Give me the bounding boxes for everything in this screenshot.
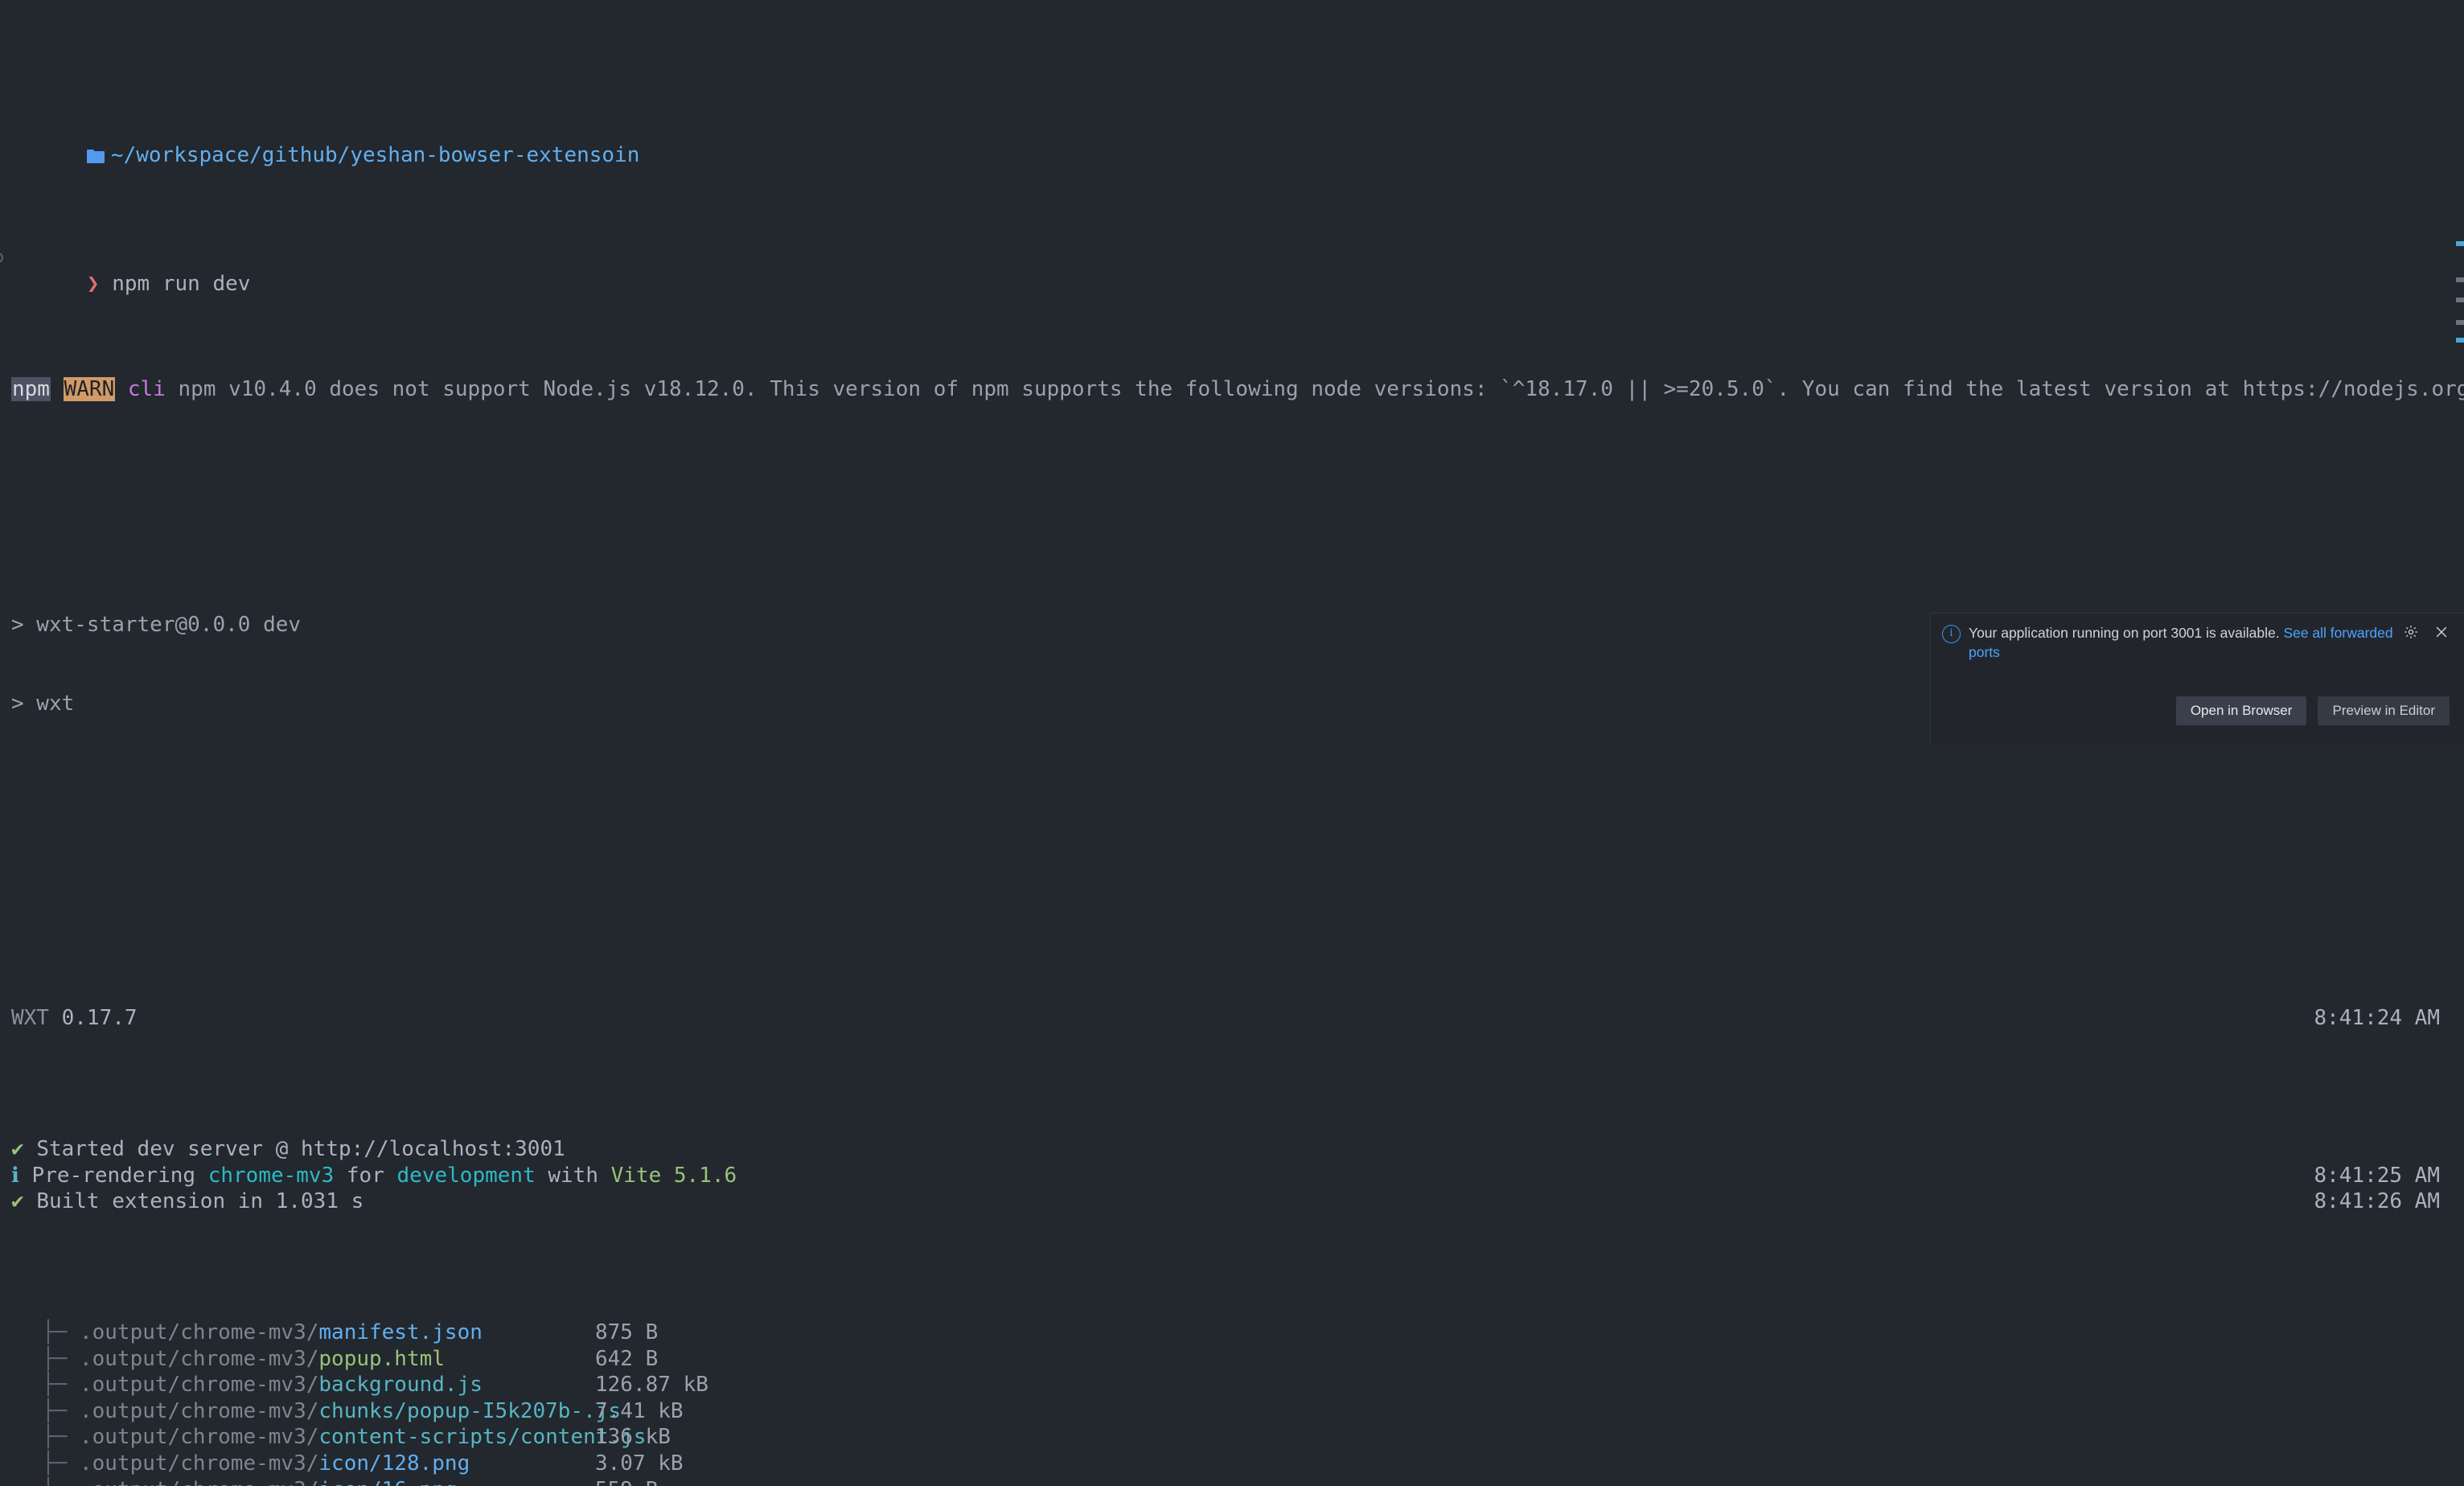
tree-branch-glyph: ├─ bbox=[42, 1346, 80, 1371]
timestamp: 8:41:26 AM bbox=[2314, 1189, 2440, 1214]
timestamp: 8:41:25 AM bbox=[2314, 1163, 2440, 1188]
file-size: 642 B bbox=[595, 1346, 659, 1371]
command-text: npm run dev bbox=[112, 272, 251, 297]
wxt-entry-text: with bbox=[535, 1163, 611, 1188]
file-list-row: ├─ .output/chrome-mv3/popup.html 642 B bbox=[0, 1346, 2464, 1373]
notification-header: i Your application running on port 3001 … bbox=[1942, 623, 2450, 662]
file-list-row: ├─ .output/chrome-mv3/chunks/popup-I5k20… bbox=[0, 1398, 2464, 1425]
prompt-symbol: ❯ bbox=[86, 272, 100, 297]
file-dir: .output/chrome-mv3/ bbox=[79, 1373, 319, 1398]
file-size: 559 B bbox=[595, 1477, 658, 1486]
info-icon: ℹ bbox=[11, 1163, 19, 1188]
info-circle-icon: i bbox=[1942, 625, 1961, 643]
port-forward-notification[interactable]: i Your application running on port 3001 … bbox=[1930, 613, 2464, 743]
file-name: chunks/popup-I5k207b-.js bbox=[318, 1398, 622, 1423]
wxt-entry-text: for bbox=[334, 1163, 397, 1188]
file-name: icon/128.png bbox=[318, 1451, 470, 1476]
npm-warn-scope: cli bbox=[127, 376, 166, 401]
terminal-window[interactable]: ~/workspace/github/yeshan-bowser-extenso… bbox=[0, 0, 2464, 1486]
file-dir: .output/chrome-mv3/ bbox=[79, 1398, 319, 1423]
folder-icon bbox=[86, 149, 105, 163]
terminal-blank-2 bbox=[0, 795, 2464, 822]
notification-buttons: Open in Browser Preview in Editor bbox=[2175, 696, 2450, 725]
file-list-row: ├─ .output/chrome-mv3/manifest.json 875 B bbox=[0, 1320, 2464, 1346]
script-line-text: > wxt-starter@0.0.0 dev bbox=[11, 613, 302, 638]
file-size: 136 kB bbox=[595, 1425, 671, 1450]
terminal-line-cwd: ~/workspace/github/yeshan-bowser-extenso… bbox=[0, 105, 2464, 167]
cwd-path: ~/workspace/github/yeshan-bowser-extenso… bbox=[110, 142, 640, 167]
gear-icon[interactable] bbox=[2403, 624, 2419, 640]
file-name: manifest.json bbox=[318, 1320, 483, 1345]
wxt-version: 0.17.7 bbox=[61, 1005, 138, 1030]
sp3 bbox=[166, 377, 179, 401]
warn-badge: WARN bbox=[63, 376, 116, 401]
file-size: 126.87 kB bbox=[595, 1373, 708, 1398]
preview-in-editor-button[interactable]: Preview in Editor bbox=[2318, 696, 2450, 725]
file-size: 3.07 kB bbox=[595, 1451, 684, 1476]
terminal-line-wxt-entry: ✔ Built extension in 1.031 s 8:41:26 AM bbox=[0, 1188, 2464, 1215]
file-name: popup.html bbox=[318, 1346, 445, 1371]
npm-badge: npm bbox=[11, 376, 51, 401]
terminal-blank-1 bbox=[0, 481, 2464, 507]
wxt-entry-text: chrome-mv3 bbox=[207, 1163, 335, 1188]
tree-branch-glyph: ├─ bbox=[42, 1398, 80, 1423]
terminal-blank-3 bbox=[0, 874, 2464, 901]
sp1 bbox=[51, 377, 64, 401]
open-in-browser-button[interactable]: Open in Browser bbox=[2175, 696, 2307, 725]
sp2 bbox=[115, 377, 128, 401]
wxt-entries: ✔ Started dev server @ http://localhost:… bbox=[0, 1136, 2464, 1215]
tree-branch-glyph: ├─ bbox=[42, 1451, 80, 1476]
file-dir: .output/chrome-mv3/ bbox=[79, 1425, 319, 1450]
npm-warn-text: npm v10.4.0 does not support Node.js v18… bbox=[178, 376, 2464, 401]
sp4 bbox=[49, 1006, 62, 1030]
check-icon: ✔ bbox=[11, 1189, 24, 1214]
file-size: 7.41 kB bbox=[595, 1398, 684, 1423]
file-list-row: ├─ .output/chrome-mv3/icon/128.png 3.07 k… bbox=[0, 1451, 2464, 1477]
file-list-row: ├─ .output/chrome-mv3/icon/16.png 559 B bbox=[0, 1477, 2464, 1486]
file-name: background.js bbox=[318, 1373, 483, 1398]
file-dir: .output/chrome-mv3/ bbox=[79, 1346, 319, 1371]
check-icon: ✔ bbox=[11, 1136, 24, 1161]
file-name: icon/16.png bbox=[318, 1478, 457, 1486]
wxt-entry-text: Built extension in 1.031 s bbox=[36, 1189, 364, 1214]
wxt-entry-text: Pre-rendering bbox=[31, 1163, 208, 1188]
terminal-line-prompt: ❯ npm run dev bbox=[0, 245, 2464, 296]
prompt-status-dot bbox=[0, 252, 3, 263]
terminal-line-npm-warn: npm WARN cli npm v10.4.0 does not suppor… bbox=[0, 376, 2464, 403]
notification-message-text: Your application running on port 3001 is… bbox=[1969, 625, 2284, 641]
terminal-line-wxt-entry: ℹ Pre-rendering chrome-mv3 for developme… bbox=[0, 1163, 2464, 1189]
wxt-file-list: ├─ .output/chrome-mv3/manifest.json 875 B… bbox=[0, 1320, 2464, 1486]
tree-branch-glyph: ├─ bbox=[42, 1425, 80, 1450]
wxt-entry-text: development bbox=[396, 1163, 536, 1188]
close-icon[interactable] bbox=[2433, 624, 2450, 640]
wxt-entry-text: Vite 5.1.6 bbox=[610, 1163, 737, 1188]
terminal-line-wxt-version: WXT 0.17.7 8:41:24 AM bbox=[0, 1005, 2464, 1032]
file-dir: .output/chrome-mv3/ bbox=[79, 1451, 319, 1476]
notification-message: Your application running on port 3001 is… bbox=[1969, 623, 2395, 662]
notification-icon-actions bbox=[2403, 624, 2450, 640]
terminal-line-wxt-entry: ✔ Started dev server @ http://localhost:… bbox=[0, 1136, 2464, 1163]
tree-branch-glyph: ├─ bbox=[42, 1373, 80, 1398]
wxt-name: WXT bbox=[11, 1005, 49, 1030]
tree-branch-glyph: ├─ bbox=[42, 1478, 80, 1486]
wxt-entry-text: Started dev server @ http://localhost:30… bbox=[36, 1136, 565, 1161]
file-list-row: ├─ .output/chrome-mv3/background.js 126.8… bbox=[0, 1372, 2464, 1398]
file-size: 875 B bbox=[595, 1320, 659, 1345]
tree-branch-glyph: ├─ bbox=[42, 1320, 80, 1345]
file-dir: .output/chrome-mv3/ bbox=[79, 1320, 319, 1345]
timestamp: 8:41:24 AM bbox=[2314, 1005, 2440, 1030]
file-dir: .output/chrome-mv3/ bbox=[80, 1478, 318, 1486]
file-list-row: ├─ .output/chrome-mv3/content-scripts/co… bbox=[0, 1424, 2464, 1451]
script-line-text: > wxt bbox=[11, 691, 75, 716]
